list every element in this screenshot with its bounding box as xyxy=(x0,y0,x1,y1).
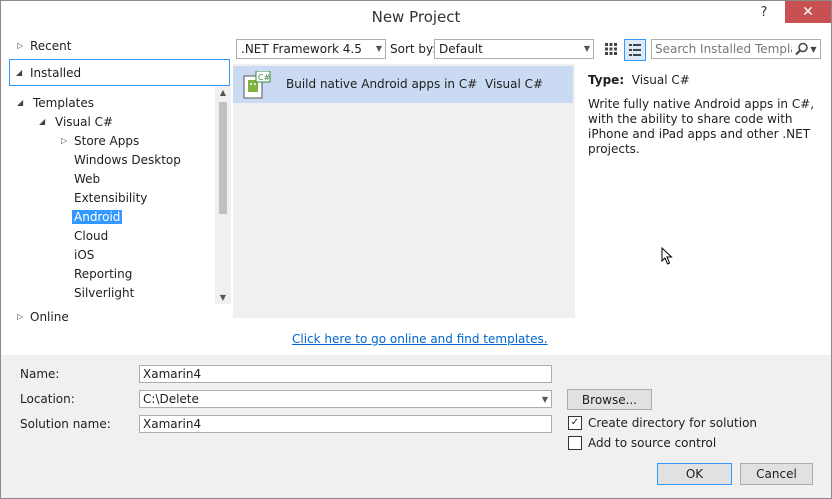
tree-scrollbar[interactable]: ▲ ▼ xyxy=(215,86,231,304)
name-value: Xamarin4 xyxy=(143,367,202,381)
mouse-cursor-icon xyxy=(661,246,673,269)
project-form: Name: Xamarin4 Location: C:\Delete ▼ Bro… xyxy=(1,355,831,498)
source-control-label: Add to source control xyxy=(588,436,717,450)
tree-item-android[interactable]: Android xyxy=(72,207,123,226)
title-bar: New Project ? ✕ xyxy=(1,1,831,33)
solution-name-value: Xamarin4 xyxy=(143,417,202,431)
expand-arrow-icon[interactable]: ▷ xyxy=(17,41,27,50)
scroll-down-icon[interactable]: ▼ xyxy=(215,293,231,302)
source-control-checkbox[interactable]: Add to source control xyxy=(568,436,716,450)
tree-item-templates[interactable]: ◢ Templates xyxy=(17,93,94,112)
new-project-dialog: New Project ? ✕ ▷ Recent ◢ Installed ◢ T… xyxy=(0,0,832,499)
sort-value: Default xyxy=(439,42,483,56)
scroll-up-icon[interactable]: ▲ xyxy=(215,88,231,97)
help-button[interactable]: ? xyxy=(749,1,779,23)
solution-name-field[interactable]: Xamarin4 xyxy=(139,415,552,433)
list-view-icon[interactable] xyxy=(624,39,646,61)
location-value: C:\Delete xyxy=(143,392,199,406)
collapse-arrow-icon[interactable]: ◢ xyxy=(39,117,49,126)
tree-item-visual-csharp[interactable]: ◢ Visual C# xyxy=(39,112,113,131)
tree-label: Windows Desktop xyxy=(74,152,181,167)
tree-label-templates: Templates xyxy=(33,95,95,110)
close-button[interactable]: ✕ xyxy=(785,1,831,23)
tree-item-ios[interactable]: iOS xyxy=(74,245,94,264)
tree-item-online[interactable]: ▷ Online xyxy=(17,307,69,326)
chevron-down-icon: ▼ xyxy=(583,44,590,53)
name-field[interactable]: Xamarin4 xyxy=(139,365,552,383)
tree-label-installed: Installed xyxy=(30,65,82,80)
sort-label: Sort by: xyxy=(390,42,437,56)
solution-name-label: Solution name: xyxy=(20,417,111,431)
tree-label-visual-csharp: Visual C# xyxy=(55,114,114,129)
tree-item-recent[interactable]: ▷ Recent xyxy=(17,36,71,55)
expand-arrow-icon[interactable]: ▷ xyxy=(61,136,71,145)
framework-value: .NET Framework 4.5 xyxy=(241,42,362,56)
template-tree: ▷ Recent ◢ Installed ◢ Templates ◢ Visua… xyxy=(9,34,231,332)
create-directory-label: Create directory for solution xyxy=(588,416,758,430)
tree-label-online: Online xyxy=(30,309,69,324)
template-list: C# Build native Android apps in C# Visua… xyxy=(233,64,575,318)
android-app-icon: C# xyxy=(243,70,271,99)
tree-item-extensibility[interactable]: Extensibility xyxy=(74,188,147,207)
expand-arrow-icon[interactable]: ▷ xyxy=(17,312,27,321)
template-name: Build native Android apps in C# xyxy=(286,77,478,91)
checkmark-icon[interactable]: ✓ xyxy=(568,416,582,430)
online-templates-link[interactable]: Click here to go online and find templat… xyxy=(292,332,548,346)
checkbox-box[interactable] xyxy=(568,436,582,450)
collapse-arrow-icon[interactable]: ◢ xyxy=(16,68,26,77)
tree-item-windows-desktop[interactable]: Windows Desktop xyxy=(74,150,181,169)
browse-button[interactable]: Browse... xyxy=(567,389,652,410)
location-label: Location: xyxy=(20,392,75,406)
window-title: New Project xyxy=(371,8,461,26)
tree-item-store-apps[interactable]: ▷ Store Apps xyxy=(61,131,139,150)
template-language: Visual C# xyxy=(485,77,544,91)
tree-item-reporting[interactable]: Reporting xyxy=(74,264,132,283)
tree-item-silverlight[interactable]: Silverlight xyxy=(74,283,134,302)
search-icon[interactable]: ▼ xyxy=(792,41,820,57)
tree-label-selected: Android xyxy=(72,209,123,224)
svg-text:C#: C# xyxy=(258,73,271,82)
tree-label: iOS xyxy=(74,247,95,262)
name-label: Name: xyxy=(20,367,60,381)
tree-label: Reporting xyxy=(74,266,133,281)
tree-label: Web xyxy=(74,171,101,186)
tree-label: Cloud xyxy=(74,228,109,243)
tree-label: Silverlight xyxy=(74,285,135,300)
sort-select[interactable]: Default ▼ xyxy=(434,39,594,59)
tree-label: Extensibility xyxy=(74,190,148,205)
tree-item-web[interactable]: Web xyxy=(74,169,100,188)
small-icons-view-icon[interactable] xyxy=(601,39,621,59)
template-info: Type: Visual C# Write fully native Andro… xyxy=(588,73,816,157)
type-label: Type: xyxy=(588,73,625,87)
location-field[interactable]: C:\Delete ▼ xyxy=(139,390,552,408)
create-directory-checkbox[interactable]: ✓ Create directory for solution xyxy=(568,416,757,430)
cancel-button[interactable]: Cancel xyxy=(740,463,813,485)
tree-item-installed[interactable]: ◢ Installed xyxy=(9,59,230,86)
template-item[interactable]: C# Build native Android apps in C# Visua… xyxy=(233,66,573,103)
chevron-down-icon: ▼ xyxy=(375,44,382,53)
collapse-arrow-icon[interactable]: ◢ xyxy=(17,98,27,107)
scroll-thumb[interactable] xyxy=(219,102,227,214)
tree-item-cloud[interactable]: Cloud xyxy=(74,226,108,245)
type-value: Visual C# xyxy=(631,73,690,87)
tree-label-recent: Recent xyxy=(30,38,72,53)
ok-button[interactable]: OK xyxy=(657,463,732,485)
chevron-down-icon[interactable]: ▼ xyxy=(542,395,548,404)
template-description: Write fully native Android apps in C#, w… xyxy=(588,97,815,156)
framework-select[interactable]: .NET Framework 4.5 ▼ xyxy=(236,39,386,59)
tree-label: Store Apps xyxy=(74,133,140,148)
